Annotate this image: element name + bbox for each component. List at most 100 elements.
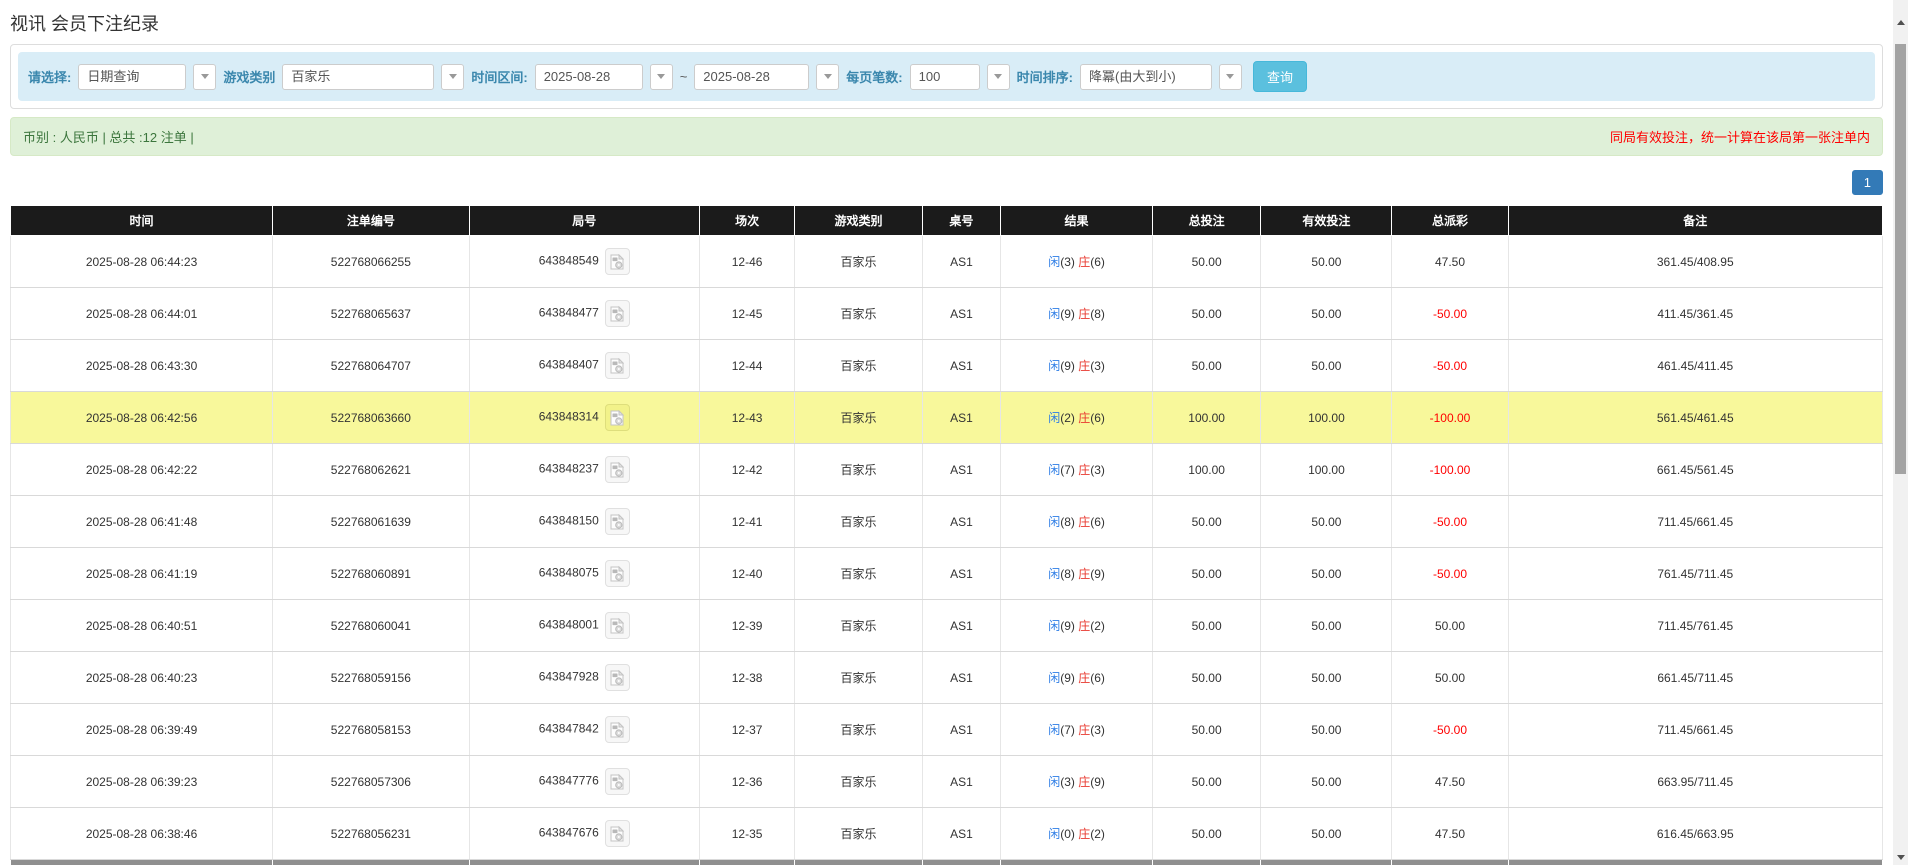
result-player-score: (9)	[1060, 671, 1075, 685]
page-size-label: 每页笔数:	[846, 67, 902, 86]
cell-time: 2025-08-28 06:38:46	[11, 808, 273, 860]
video-record-icon	[610, 566, 624, 582]
cell-valid-bet: 100.00	[1261, 444, 1392, 496]
subtotal-label: 小计	[11, 860, 273, 865]
scroll-up-arrow[interactable]	[1893, 14, 1908, 30]
sort-order-dropdown-button[interactable]	[1219, 64, 1242, 90]
cell-bet-id: 522768065637	[273, 288, 470, 340]
round-id-text: 643848549	[539, 254, 599, 268]
vertical-scrollbar[interactable]	[1893, 0, 1908, 865]
cell-payout: -50.00	[1392, 548, 1508, 600]
video-record-icon	[610, 826, 624, 842]
cell-remark: 663.95/711.45	[1508, 756, 1882, 808]
cell-total-bet-link[interactable]: 100.00	[1152, 444, 1261, 496]
cell-table-id: AS1	[922, 600, 1001, 652]
result-player-label: 闲	[1048, 619, 1060, 633]
video-record-button[interactable]	[605, 664, 630, 691]
cell-valid-bet: 50.00	[1261, 652, 1392, 704]
cell-game-type: 百家乐	[795, 444, 922, 496]
video-record-button[interactable]	[605, 404, 630, 431]
cell-bet-id: 522768057306	[273, 756, 470, 808]
date-to-dropdown-button[interactable]	[816, 64, 839, 90]
cell-payout: -100.00	[1392, 444, 1508, 496]
sort-order-select[interactable]: 降冪(由大到小)	[1080, 64, 1212, 90]
round-id-text: 643847928	[539, 670, 599, 684]
chevron-down-icon	[449, 74, 457, 79]
cell-total-bet-link[interactable]: 50.00	[1152, 600, 1261, 652]
cell-game-type: 百家乐	[795, 600, 922, 652]
video-record-button[interactable]	[605, 300, 630, 327]
video-record-icon	[610, 722, 624, 738]
cell-remark: 561.45/461.45	[1508, 392, 1882, 444]
cell-payout: 47.50	[1392, 756, 1508, 808]
video-record-button[interactable]	[605, 768, 630, 795]
cell-table-id: AS1	[922, 704, 1001, 756]
query-mode-select[interactable]: 日期查询	[78, 64, 186, 90]
cell-payout: -50.00	[1392, 496, 1508, 548]
table-row: 2025-08-28 06:42:56 522768063660 6438483…	[11, 392, 1883, 444]
date-to-input[interactable]: 2025-08-28	[694, 64, 809, 90]
cell-bet-id: 522768062621	[273, 444, 470, 496]
page-button-1[interactable]: 1	[1852, 170, 1883, 195]
video-record-button[interactable]	[605, 508, 630, 535]
subtotal-total-bet: 700.00	[1152, 860, 1261, 865]
cell-table-id: AS1	[922, 652, 1001, 704]
page-size-select[interactable]: 100	[910, 64, 980, 90]
result-player-score: (7)	[1060, 723, 1075, 737]
cell-total-bet-link[interactable]: 50.00	[1152, 340, 1261, 392]
cell-session: 12-46	[699, 236, 794, 288]
cell-result: 闲(8) 庄(6)	[1001, 496, 1153, 548]
video-record-button[interactable]	[605, 456, 630, 483]
scroll-down-arrow[interactable]	[1893, 849, 1908, 865]
cell-game-type: 百家乐	[795, 288, 922, 340]
cell-total-bet-link[interactable]: 50.00	[1152, 704, 1261, 756]
cell-total-bet-link[interactable]: 50.00	[1152, 808, 1261, 860]
query-mode-dropdown-button[interactable]	[193, 64, 216, 90]
round-id-text: 643847676	[539, 826, 599, 840]
result-player-label: 闲	[1048, 515, 1060, 529]
result-player-score: (7)	[1060, 463, 1075, 477]
cell-round-id: 643848477	[469, 288, 699, 340]
table-row: 2025-08-28 06:40:23 522768059156 6438479…	[11, 652, 1883, 704]
cell-game-type: 百家乐	[795, 340, 922, 392]
scrollbar-thumb[interactable]	[1895, 44, 1906, 474]
cell-total-bet-link[interactable]: 100.00	[1152, 392, 1261, 444]
cell-total-bet-link[interactable]: 50.00	[1152, 288, 1261, 340]
result-player-score: (9)	[1060, 359, 1075, 373]
cell-round-id: 643848237	[469, 444, 699, 496]
round-id-text: 643848314	[539, 410, 599, 424]
cell-total-bet-link[interactable]: 50.00	[1152, 756, 1261, 808]
round-id-text: 643848477	[539, 306, 599, 320]
cell-game-type: 百家乐	[795, 236, 922, 288]
cell-time: 2025-08-28 06:39:23	[11, 756, 273, 808]
video-record-icon	[610, 618, 624, 634]
video-record-button[interactable]	[605, 560, 630, 587]
cell-round-id: 643848150	[469, 496, 699, 548]
date-from-input[interactable]: 2025-08-28	[535, 64, 643, 90]
game-type-dropdown-button[interactable]	[441, 64, 464, 90]
search-button[interactable]: 查询	[1253, 61, 1307, 92]
date-from-dropdown-button[interactable]	[650, 64, 673, 90]
result-banker-score: (6)	[1090, 671, 1105, 685]
result-player-label: 闲	[1048, 775, 1060, 789]
cell-valid-bet: 50.00	[1261, 288, 1392, 340]
video-record-button[interactable]	[605, 612, 630, 639]
result-player-label: 闲	[1048, 255, 1060, 269]
cell-game-type: 百家乐	[795, 548, 922, 600]
cell-valid-bet: 50.00	[1261, 600, 1392, 652]
page-size-dropdown-button[interactable]	[987, 64, 1010, 90]
cell-total-bet-link[interactable]: 50.00	[1152, 652, 1261, 704]
game-type-select[interactable]: 百家乐	[282, 64, 434, 90]
video-record-icon	[610, 462, 624, 478]
cell-session: 12-45	[699, 288, 794, 340]
cell-total-bet-link[interactable]: 50.00	[1152, 236, 1261, 288]
video-record-button[interactable]	[605, 248, 630, 275]
video-record-button[interactable]	[605, 352, 630, 379]
cell-result: 闲(9) 庄(2)	[1001, 600, 1153, 652]
cell-bet-id: 522768061639	[273, 496, 470, 548]
video-record-button[interactable]	[605, 820, 630, 847]
cell-total-bet-link[interactable]: 50.00	[1152, 548, 1261, 600]
cell-time: 2025-08-28 06:44:01	[11, 288, 273, 340]
cell-total-bet-link[interactable]: 50.00	[1152, 496, 1261, 548]
video-record-button[interactable]	[605, 716, 630, 743]
